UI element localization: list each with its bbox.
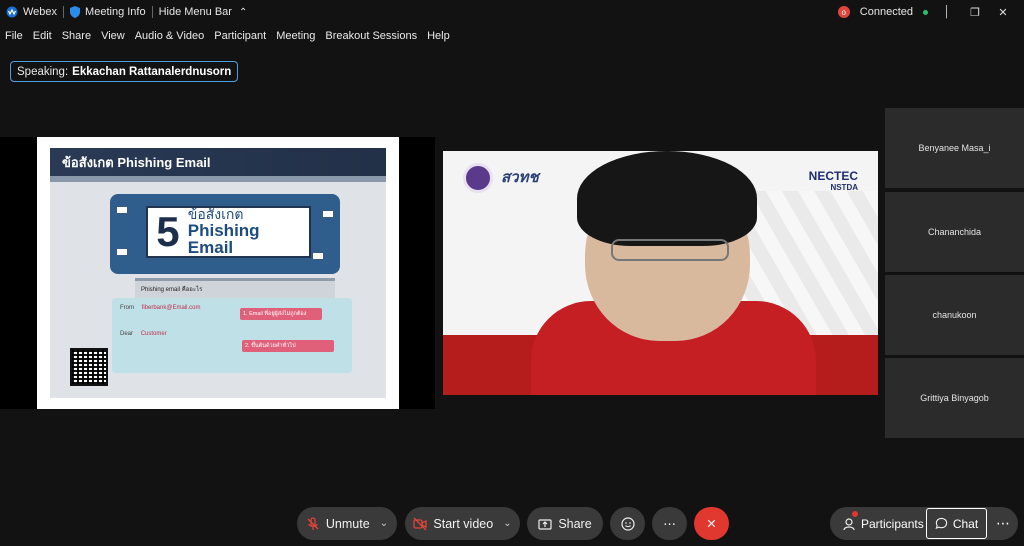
nectec-logo: NECTEC NSTDA: [809, 169, 858, 192]
participant-thumb-3[interactable]: chanukoon: [885, 275, 1024, 355]
menu-breakout-sessions[interactable]: Breakout Sessions: [320, 30, 422, 42]
slide-banner-line1: ข้อสังเกต: [187, 205, 244, 222]
mic-muted-icon: [307, 516, 319, 530]
chevron-up-icon: ⌃: [238, 6, 248, 18]
qr-code-icon: [70, 348, 108, 386]
menu-meeting[interactable]: Meeting: [271, 30, 320, 42]
slide-from-label: From: [120, 305, 134, 311]
slide-dear-row: Dear Customer: [120, 331, 167, 337]
shield-icon: [70, 6, 81, 18]
slide-from-value: fiberbank@Email.com: [141, 305, 201, 311]
reactions-button[interactable]: [610, 507, 645, 540]
participant-thumb-4[interactable]: Grittiya Binyagob: [885, 358, 1024, 438]
menu-view[interactable]: View: [96, 30, 130, 42]
speaking-label: Speaking:: [17, 65, 69, 78]
chevron-down-icon[interactable]: ⌄: [503, 518, 511, 529]
shared-slide: ข้อสังเกต Phishing Email 5 ข้อสังเกต Phi…: [37, 137, 399, 409]
share-button[interactable]: Share: [527, 507, 603, 540]
connection-status[interactable]: Connected: [860, 6, 913, 18]
webex-app-label[interactable]: Webex: [0, 0, 63, 24]
unmute-label: Unmute: [325, 516, 370, 531]
participant-name: Benyanee Masa_i: [918, 143, 991, 153]
titlebar-right: o Connected │ ❐ ✕: [837, 0, 1024, 24]
title-bar: Webex Meeting Info Hide Menu Bar ⌃ o Con…: [0, 0, 1024, 24]
slide-note-label: Phishing email คืออะไร: [141, 287, 203, 293]
menu-audio-video[interactable]: Audio & Video: [130, 30, 210, 42]
more-dots-icon: ⋯: [663, 517, 676, 531]
share-icon: [538, 518, 552, 530]
envelope-icon: [322, 210, 334, 218]
hide-menu-bar-label: Hide Menu Bar: [158, 6, 232, 18]
panel-more-button[interactable]: ⋯: [990, 508, 1016, 539]
hide-menu-bar-button[interactable]: Hide Menu Bar ⌃: [153, 0, 254, 24]
slide-header-band: [50, 176, 386, 182]
participant-thumb-1[interactable]: Benyanee Masa_i: [885, 108, 1024, 188]
chevron-down-icon[interactable]: ⌄: [380, 518, 388, 529]
speaker-video[interactable]: สวทช NECTEC NSTDA: [443, 151, 878, 395]
speaker-name: Ekkachan Rattanalerdnusorn: [72, 65, 232, 78]
slide-callout-1: 1. Email ที่อยู่ผู้ส่งไม่ถูกต้อง: [240, 308, 322, 320]
slide-callout-2: 2. ขึ้นต้นด้วยคำทั่วไป: [242, 340, 334, 352]
connected-dot-icon: [923, 9, 928, 15]
person-icon: [843, 517, 855, 530]
meeting-info-label: Meeting Info: [85, 6, 146, 18]
menu-share[interactable]: Share: [57, 30, 96, 42]
speaker-glasses: [611, 239, 729, 261]
start-video-button[interactable]: Start video ⌄: [405, 507, 520, 540]
share-label: Share: [558, 516, 592, 531]
speaking-indicator: Speaking: Ekkachan Rattanalerdnusorn: [10, 61, 239, 82]
meeting-controls: Unmute ⌄ Start video ⌄ Share ⋯ ✕ Partici…: [0, 503, 1024, 543]
chat-button[interactable]: Chat: [926, 508, 987, 539]
close-icon: ✕: [706, 517, 717, 531]
video-off-icon: [413, 517, 428, 530]
slide-dear-value: Customer: [140, 331, 167, 337]
participant-name: Chananchida: [927, 227, 982, 237]
slide-five-banner: 5 ข้อสังเกต Phishing Email: [146, 206, 311, 258]
slide-dear-label: Dear: [120, 331, 134, 337]
slide-body: ข้อสังเกต Phishing Email 5 ข้อสังเกต Phi…: [50, 148, 386, 398]
slide-title: ข้อสังเกต Phishing Email: [50, 148, 386, 176]
brand-logo: สวทช: [501, 169, 539, 186]
menu-edit[interactable]: Edit: [28, 30, 57, 42]
envelope-icon: [116, 248, 128, 256]
menu-help[interactable]: Help: [422, 30, 455, 42]
menu-participant[interactable]: Participant: [209, 30, 271, 42]
nstda-seal-icon: [463, 163, 493, 193]
close-icon[interactable]: ✕: [994, 3, 1012, 21]
envelope-icon: [116, 206, 128, 214]
menu-bar: File Edit Share View Audio & Video Parti…: [0, 27, 455, 45]
notification-dot-icon: [852, 511, 858, 517]
participant-name: chanukoon: [932, 310, 977, 320]
nstda-text: NSTDA: [830, 183, 858, 192]
start-video-label: Start video: [433, 516, 494, 531]
leave-meeting-button[interactable]: ✕: [694, 507, 729, 540]
participants-label: Participants: [861, 516, 924, 531]
more-options-button[interactable]: ⋯: [652, 507, 687, 540]
webex-logo-icon: [6, 6, 18, 18]
nectec-text: NECTEC: [808, 169, 858, 183]
envelope-icon: [312, 252, 324, 260]
restore-icon[interactable]: ❐: [966, 3, 984, 21]
menu-file[interactable]: File: [0, 30, 28, 42]
chat-label: Chat: [952, 516, 979, 531]
smiley-icon: [620, 516, 635, 531]
meeting-info-button[interactable]: Meeting Info: [64, 0, 152, 24]
unmute-button[interactable]: Unmute ⌄: [297, 507, 397, 540]
webex-window: Webex Meeting Info Hide Menu Bar ⌃ o Con…: [0, 0, 1024, 546]
minimize-icon[interactable]: │: [938, 3, 956, 21]
slide-banner-line2: Phishing Email: [187, 220, 260, 258]
slide-big-number: 5: [156, 208, 180, 255]
more-dots-icon: ⋯: [996, 515, 1010, 531]
participant-thumb-2[interactable]: Chananchida: [885, 192, 1024, 272]
app-name: Webex: [23, 6, 58, 18]
speaker-hair: [577, 151, 757, 246]
participant-name: Grittiya Binyagob: [920, 393, 989, 403]
chat-bubble-icon: [935, 517, 947, 530]
slide-banner-text: ข้อสังเกต Phishing Email: [188, 207, 309, 257]
participants-button[interactable]: Participants: [836, 508, 930, 539]
connection-badge-icon: o: [837, 6, 850, 18]
slide-from-row: From fiberbank@Email.com: [120, 305, 200, 311]
